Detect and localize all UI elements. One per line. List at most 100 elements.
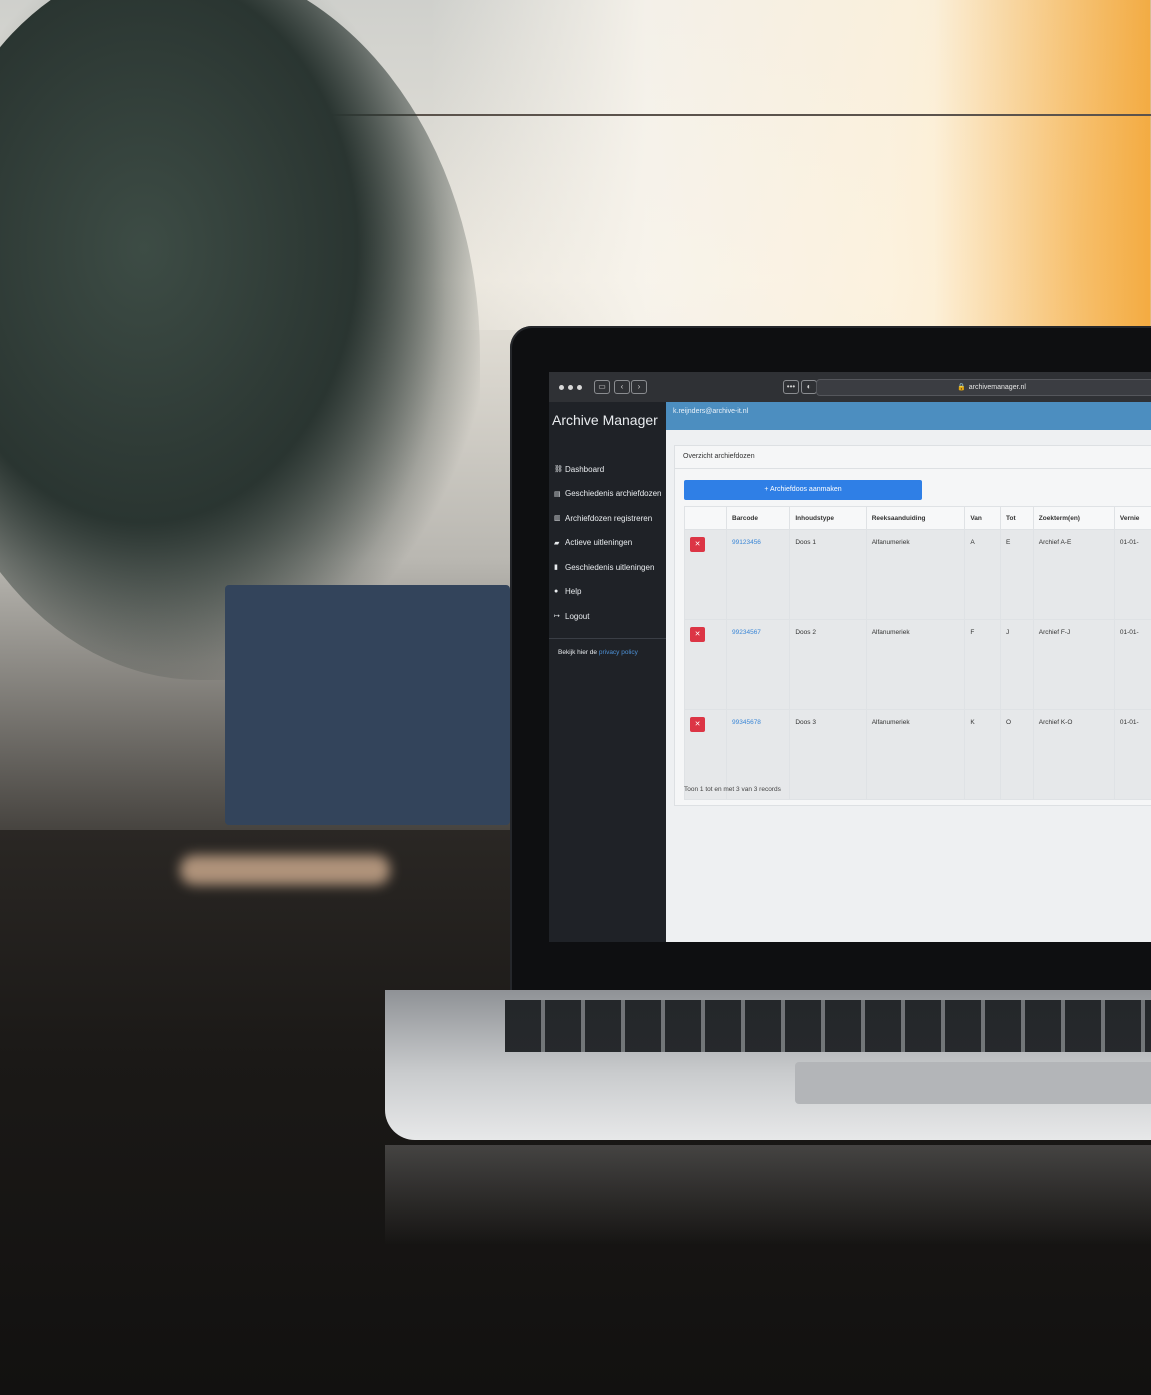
sidebar-menu: ⛓ Dashboard ▤ Geschiedenis archiefdozen … [549, 457, 666, 629]
delete-button[interactable]: ✕ [690, 537, 705, 552]
barcode-link[interactable]: 99345678 [732, 719, 761, 726]
van-cell: K [964, 709, 1001, 800]
actions-cell: ✕ [684, 619, 727, 710]
sidebar-item-archiefdozen-registreren[interactable]: ▥ Archiefdozen registreren [549, 506, 666, 531]
sidebar-item-label: Geschiedenis uitleningen [565, 562, 655, 572]
close-dot-icon[interactable] [559, 384, 564, 390]
sidebar-divider [549, 637, 666, 639]
sidebar-item-label: Actieve uitleningen [565, 538, 633, 548]
reeks-cell: Alfanumeriek [865, 529, 966, 620]
sidebar-item-geschiedenis-archiefdozen[interactable]: ▤ Geschiedenis archiefdozen [549, 482, 666, 507]
privacy-policy-link[interactable]: privacy policy [599, 649, 638, 656]
add-archive-box-button[interactable]: + Archiefdoos aanmaken [684, 480, 922, 500]
tot-cell: E [1000, 529, 1034, 620]
sidebar-item-geschiedenis-uitleningen[interactable]: ▮ Geschiedenis uitleningen [549, 555, 666, 580]
vernie-cell: 01-01- [1113, 619, 1151, 710]
column-header-zoektermen[interactable]: Zoekterm(en) [1032, 506, 1115, 530]
barcode-cell: 99123456 [725, 529, 791, 620]
column-header-vernietigingsdatum[interactable]: Vernie [1113, 506, 1151, 530]
close-icon: ✕ [694, 721, 701, 728]
info-icon: ● [554, 588, 559, 596]
desk-reflection [385, 1145, 1151, 1245]
barcode-link[interactable]: 99123456 [732, 539, 761, 546]
window-controls[interactable] [559, 384, 582, 390]
table-header-row: Barcode Inhoudstype Reeksaanduiding Van … [684, 506, 1151, 530]
sidebar-item-logout[interactable]: ↦ Logout [549, 604, 666, 629]
desk-object [180, 855, 390, 885]
laptop-keyboard [505, 1000, 1151, 1052]
barcode-icon: ▥ [554, 515, 561, 523]
actions-cell: ✕ [684, 529, 727, 620]
add-button-label: Archiefdoos aanmaken [770, 486, 842, 493]
table-row: ✕ 99123456 Doos 1 Alfanumeriek A E Archi… [684, 529, 1151, 620]
column-header-actions [684, 506, 727, 530]
sidebar-item-label: Help [565, 587, 582, 597]
archive-boxes-table: Barcode Inhoudstype Reeksaanduiding Van … [684, 506, 1151, 800]
shield-icon[interactable]: ◐ [801, 380, 817, 394]
back-icon[interactable]: ‹ [614, 380, 630, 394]
barcode-cell: 99234567 [725, 619, 791, 710]
browser-toolbar: ▭ ‹ › ••• ◐ 🔒 archivemanager.nl [549, 372, 1151, 402]
sidebar-item-label: Dashboard [565, 464, 605, 474]
sitemap-icon: ⛓ [554, 466, 563, 474]
sidebar: Archive Manager ⛓ Dashboard ▤ Geschieden… [549, 402, 666, 942]
inhoudstype-cell: Doos 3 [789, 709, 867, 800]
sidebar-toggle-icon[interactable]: ▭ [594, 380, 610, 394]
lock-icon: 🔒 [957, 384, 966, 391]
table-row: ✕ 99234567 Doos 2 Alfanumeriek F J Archi… [684, 619, 1151, 710]
vernie-cell: 01-01- [1113, 529, 1151, 620]
window-light [430, 0, 1150, 330]
zoekterm-cell: Archief F-J [1032, 619, 1115, 710]
sidebar-item-label: Archiefdozen registreren [565, 513, 653, 523]
sidebar-item-actieve-uitleningen[interactable]: ▰ Actieve uitleningen [549, 531, 666, 556]
delete-button[interactable]: ✕ [690, 717, 705, 732]
blue-cabinet [225, 585, 510, 825]
book-icon: ▮ [554, 564, 558, 572]
inhoudstype-cell: Doos 2 [789, 619, 867, 710]
reeks-cell: Alfanumeriek [865, 709, 966, 800]
user-email[interactable]: k.reijnders@archive-it.nl [673, 408, 748, 415]
column-header-barcode[interactable]: Barcode [725, 506, 791, 530]
sidebar-item-help[interactable]: ● Help [549, 580, 666, 605]
tot-cell: J [1000, 619, 1034, 710]
vernie-cell: 01-01- [1113, 709, 1151, 800]
laptop-screen: ▭ ‹ › ••• ◐ 🔒 archivemanager.nl Archive M… [549, 372, 1151, 942]
privacy-note: Bekijk hier de privacy policy [558, 649, 666, 656]
column-header-van[interactable]: Van [964, 506, 1001, 530]
minimize-dot-icon[interactable] [568, 384, 573, 390]
photo-background: ▭ ‹ › ••• ◐ 🔒 archivemanager.nl Archive M… [0, 0, 1151, 1395]
zoekterm-cell: Archief K-O [1032, 709, 1115, 800]
column-header-inhoudstype[interactable]: Inhoudstype [789, 506, 867, 530]
close-icon: ✕ [694, 541, 701, 548]
panel-title: Overzicht archiefdozen [675, 446, 1151, 469]
column-header-tot[interactable]: Tot [1000, 506, 1034, 530]
reeks-cell: Alfanumeriek [865, 619, 966, 710]
van-cell: F [964, 619, 1001, 710]
password-icon[interactable]: ••• [783, 380, 799, 394]
privacy-prefix: Bekijk hier de [558, 648, 598, 656]
logout-icon: ↦ [554, 613, 560, 621]
sidebar-item-label: Geschiedenis archiefdozen [565, 489, 662, 499]
blurred-plant [0, 0, 480, 680]
laptop-trackpad [795, 1062, 1151, 1104]
address-text: archivemanager.nl [968, 384, 1026, 391]
forward-icon[interactable]: › [631, 380, 647, 394]
maximize-dot-icon[interactable] [577, 384, 582, 390]
tot-cell: O [1000, 709, 1034, 800]
barcode-link[interactable]: 99234567 [732, 629, 761, 636]
box-icon: ▤ [554, 490, 561, 498]
inhoudstype-cell: Doos 1 [789, 529, 867, 620]
app-brand[interactable]: Archive Manager [552, 412, 666, 428]
sidebar-item-label: Logout [565, 611, 590, 621]
table-record-count: Toon 1 tot en met 3 van 3 records [684, 786, 781, 793]
archive-boxes-panel: Overzicht archiefdozen + Archiefdoos aan… [674, 445, 1151, 806]
delete-button[interactable]: ✕ [690, 627, 705, 642]
top-bar: k.reijnders@archive-it.nl [666, 402, 1151, 430]
column-header-reeksaanduiding[interactable]: Reeksaanduiding [865, 506, 966, 530]
folder-icon: ▰ [554, 539, 560, 547]
sidebar-item-dashboard[interactable]: ⛓ Dashboard [549, 457, 666, 482]
address-bar[interactable]: 🔒 archivemanager.nl [816, 379, 1151, 396]
plus-icon: + [764, 486, 769, 493]
zoekterm-cell: Archief A-E [1032, 529, 1115, 620]
close-icon: ✕ [694, 631, 701, 638]
